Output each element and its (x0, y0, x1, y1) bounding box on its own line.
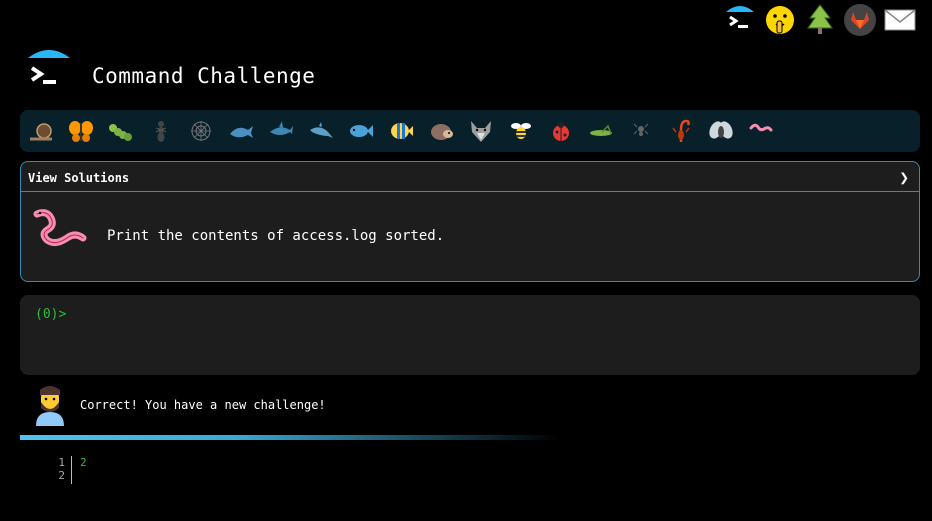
snail-icon[interactable] (28, 118, 54, 144)
solutions-header[interactable]: View Solutions ❯ (21, 162, 919, 192)
caterpillar-icon[interactable] (108, 118, 134, 144)
line-numbers: 1 2 (50, 456, 72, 484)
butterfly-icon[interactable] (68, 118, 94, 144)
avatar (32, 384, 68, 426)
whale-icon[interactable] (228, 118, 254, 144)
view-solutions-link[interactable]: View Solutions (28, 171, 129, 185)
shush-face-icon[interactable] (762, 2, 798, 38)
grasshopper-icon[interactable] (588, 118, 614, 144)
fly-icon[interactable] (708, 118, 734, 144)
worm-icon (33, 208, 89, 248)
tropical-fish-icon[interactable] (388, 118, 414, 144)
terminal-prompt: (0)> (35, 307, 67, 322)
page-title: Command Challenge (92, 64, 316, 88)
terminal-input[interactable]: (0)> (20, 295, 920, 375)
mail-icon[interactable] (882, 2, 918, 38)
ladybug-icon[interactable] (548, 118, 574, 144)
spider-icon[interactable] (628, 118, 654, 144)
wolf-icon[interactable] (468, 118, 494, 144)
terminal-umbrella-icon[interactable] (722, 2, 758, 38)
logo-icon[interactable] (26, 48, 72, 94)
bee-icon[interactable] (508, 118, 534, 144)
tree-icon[interactable] (802, 2, 838, 38)
fish-icon[interactable] (348, 118, 374, 144)
worm-icon[interactable] (748, 118, 774, 144)
gitlab-icon[interactable] (842, 2, 878, 38)
top-nav (722, 2, 922, 38)
challenge-panel: View Solutions ❯ Print the contents of a… (20, 161, 920, 282)
hedgehog-icon[interactable] (428, 118, 454, 144)
challenge-prompt: Print the contents of access.log sorted. (107, 228, 445, 244)
dolphin-icon[interactable] (308, 118, 334, 144)
output-lines: 2 (80, 456, 87, 469)
spider-web-icon[interactable] (188, 118, 214, 144)
progress-fill (20, 435, 560, 440)
shark-icon[interactable] (268, 118, 294, 144)
chevron-right-icon[interactable]: ❯ (899, 168, 909, 187)
progress-bar (20, 435, 920, 440)
feedback-message: Correct! You have a new challenge! (80, 398, 326, 412)
ant-icon[interactable] (148, 118, 174, 144)
challenge-progress-bar (20, 110, 920, 152)
scorpion-icon[interactable] (668, 118, 694, 144)
